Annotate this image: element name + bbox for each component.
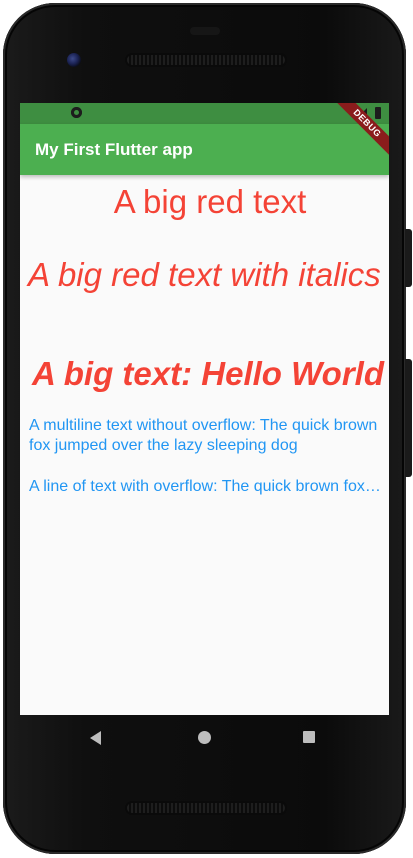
navigation-bar xyxy=(20,715,389,760)
power-button[interactable] xyxy=(405,229,412,287)
sync-icon xyxy=(71,107,82,118)
main-content: A big red text A big red text with itali… xyxy=(20,175,389,715)
front-camera-icon xyxy=(67,53,81,67)
big-red-text: A big red text xyxy=(113,183,307,220)
status-bar xyxy=(20,103,389,124)
big-bold-text: A big text: Hello World xyxy=(32,355,384,392)
top-sensor xyxy=(190,27,220,35)
overflow-text: A line of text with overflow: The quick … xyxy=(29,478,385,495)
recent-apps-icon[interactable] xyxy=(303,731,315,743)
home-icon[interactable] xyxy=(198,731,211,744)
big-red-italic-text: A big red text with italics xyxy=(28,256,381,293)
earpiece-speaker xyxy=(127,55,285,65)
volume-button[interactable] xyxy=(405,359,412,477)
device-screen: My First Flutter app DEBUG A big red tex… xyxy=(20,103,389,715)
battery-icon xyxy=(375,107,381,119)
bottom-speaker xyxy=(127,803,285,813)
app-bar: My First Flutter app xyxy=(20,124,389,175)
multiline-text: A multiline text without overflow: The q… xyxy=(29,417,378,454)
back-icon[interactable] xyxy=(90,731,101,745)
app-title: My First Flutter app xyxy=(35,140,193,159)
